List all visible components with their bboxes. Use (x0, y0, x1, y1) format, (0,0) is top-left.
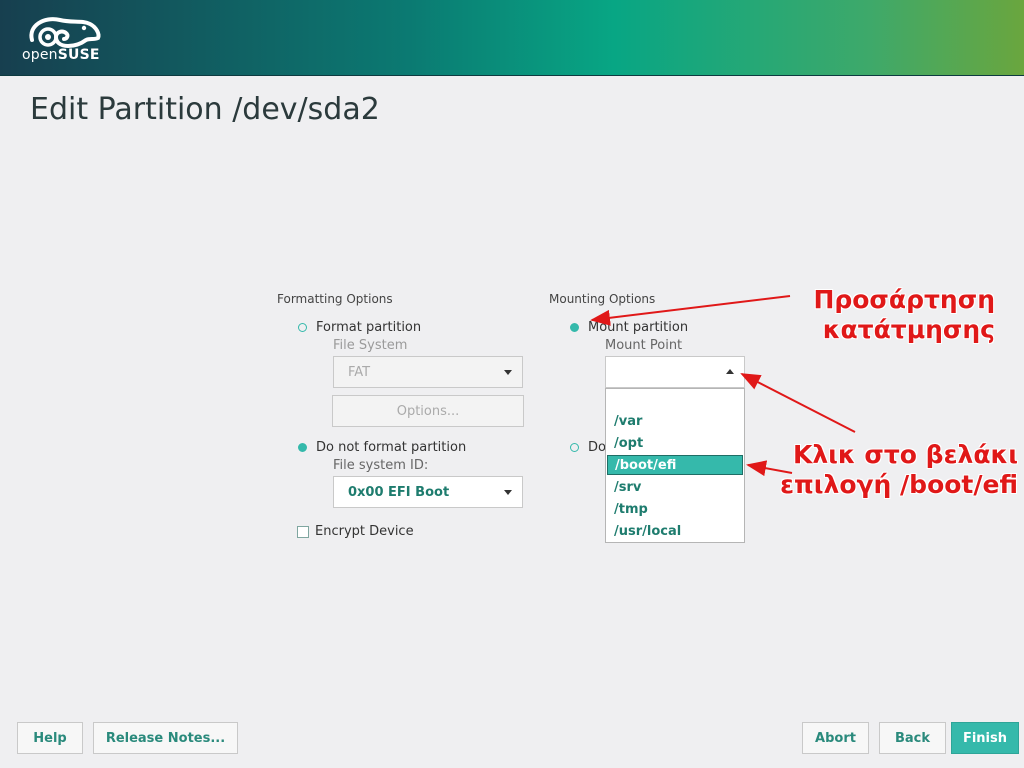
chevron-down-icon (504, 490, 512, 495)
annotation-click-arrow: Κλικ στο βελάκι επιλογή /boot/efi (760, 440, 1018, 500)
arrow-to-combo-chevron (740, 373, 856, 433)
release-notes-button[interactable]: Release Notes... (93, 722, 238, 754)
help-button[interactable]: Help (17, 722, 83, 754)
header-bar: openSUSE (0, 0, 1024, 76)
chevron-up-icon[interactable] (726, 369, 734, 374)
mounting-options-label: Mounting Options (549, 292, 656, 306)
mount-partition-radio[interactable]: Mount partition (570, 320, 688, 335)
annotation-mount-line2: κατάτμησης (822, 315, 995, 344)
dropdown-item-var[interactable]: /var (607, 411, 743, 431)
radio-unchecked-icon (570, 443, 579, 452)
logo-wordmark: openSUSE (22, 47, 100, 63)
checkbox-icon (297, 525, 309, 538)
back-button[interactable]: Back (879, 722, 946, 754)
format-partition-radio[interactable]: Format partition (298, 320, 421, 335)
finish-button[interactable]: Finish (951, 722, 1019, 754)
do-not-mount-label: Do (588, 440, 606, 455)
file-system-id-label: File system ID: (333, 458, 429, 473)
radio-checked-icon (298, 443, 307, 452)
do-not-format-radio[interactable]: Do not format partition (298, 440, 466, 455)
encrypt-device-checkbox[interactable]: Encrypt Device (297, 524, 414, 539)
mount-partition-label: Mount partition (588, 320, 689, 335)
dropdown-item-opt[interactable]: /opt (607, 433, 743, 453)
formatting-options-label: Formatting Options (277, 292, 393, 306)
file-system-combo[interactable]: FAT (333, 356, 523, 388)
file-system-id-combo[interactable]: 0x00 EFI Boot (333, 476, 523, 508)
mount-point-dropdown[interactable]: /var /opt /boot/efi /srv /tmp /usr/local (605, 388, 745, 543)
dropdown-item-srv[interactable]: /srv (607, 477, 743, 497)
dropdown-item-tmp[interactable]: /tmp (607, 499, 743, 519)
dropdown-item-boot-efi[interactable]: /boot/efi (607, 455, 743, 475)
mount-point-label: Mount Point (605, 338, 683, 353)
encrypt-device-label: Encrypt Device (315, 524, 414, 539)
mount-point-combo[interactable] (605, 356, 745, 388)
radio-unchecked-icon (298, 323, 307, 332)
radio-checked-icon (570, 323, 579, 332)
do-not-format-label: Do not format partition (316, 440, 467, 455)
file-system-id-value: 0x00 EFI Boot (348, 484, 450, 500)
annotation-click-line2: επιλογή /boot/efi (780, 470, 1018, 499)
do-not-mount-radio[interactable]: Do (570, 440, 606, 455)
options-button[interactable]: Options... (332, 395, 524, 427)
annotation-mount-line1: Προσάρτηση (813, 285, 995, 314)
chevron-down-icon (504, 370, 512, 375)
dropdown-item-usr-local[interactable]: /usr/local (607, 521, 743, 541)
file-system-label: File System (333, 338, 408, 353)
abort-button[interactable]: Abort (802, 722, 869, 754)
page-title: Edit Partition /dev/sda2 (30, 92, 380, 127)
annotation-mount-partition: Προσάρτηση κατάτμησης (780, 285, 995, 345)
file-system-value: FAT (348, 364, 371, 380)
format-partition-label: Format partition (316, 320, 422, 335)
annotation-click-line1: Κλικ στο βελάκι (792, 440, 1018, 469)
